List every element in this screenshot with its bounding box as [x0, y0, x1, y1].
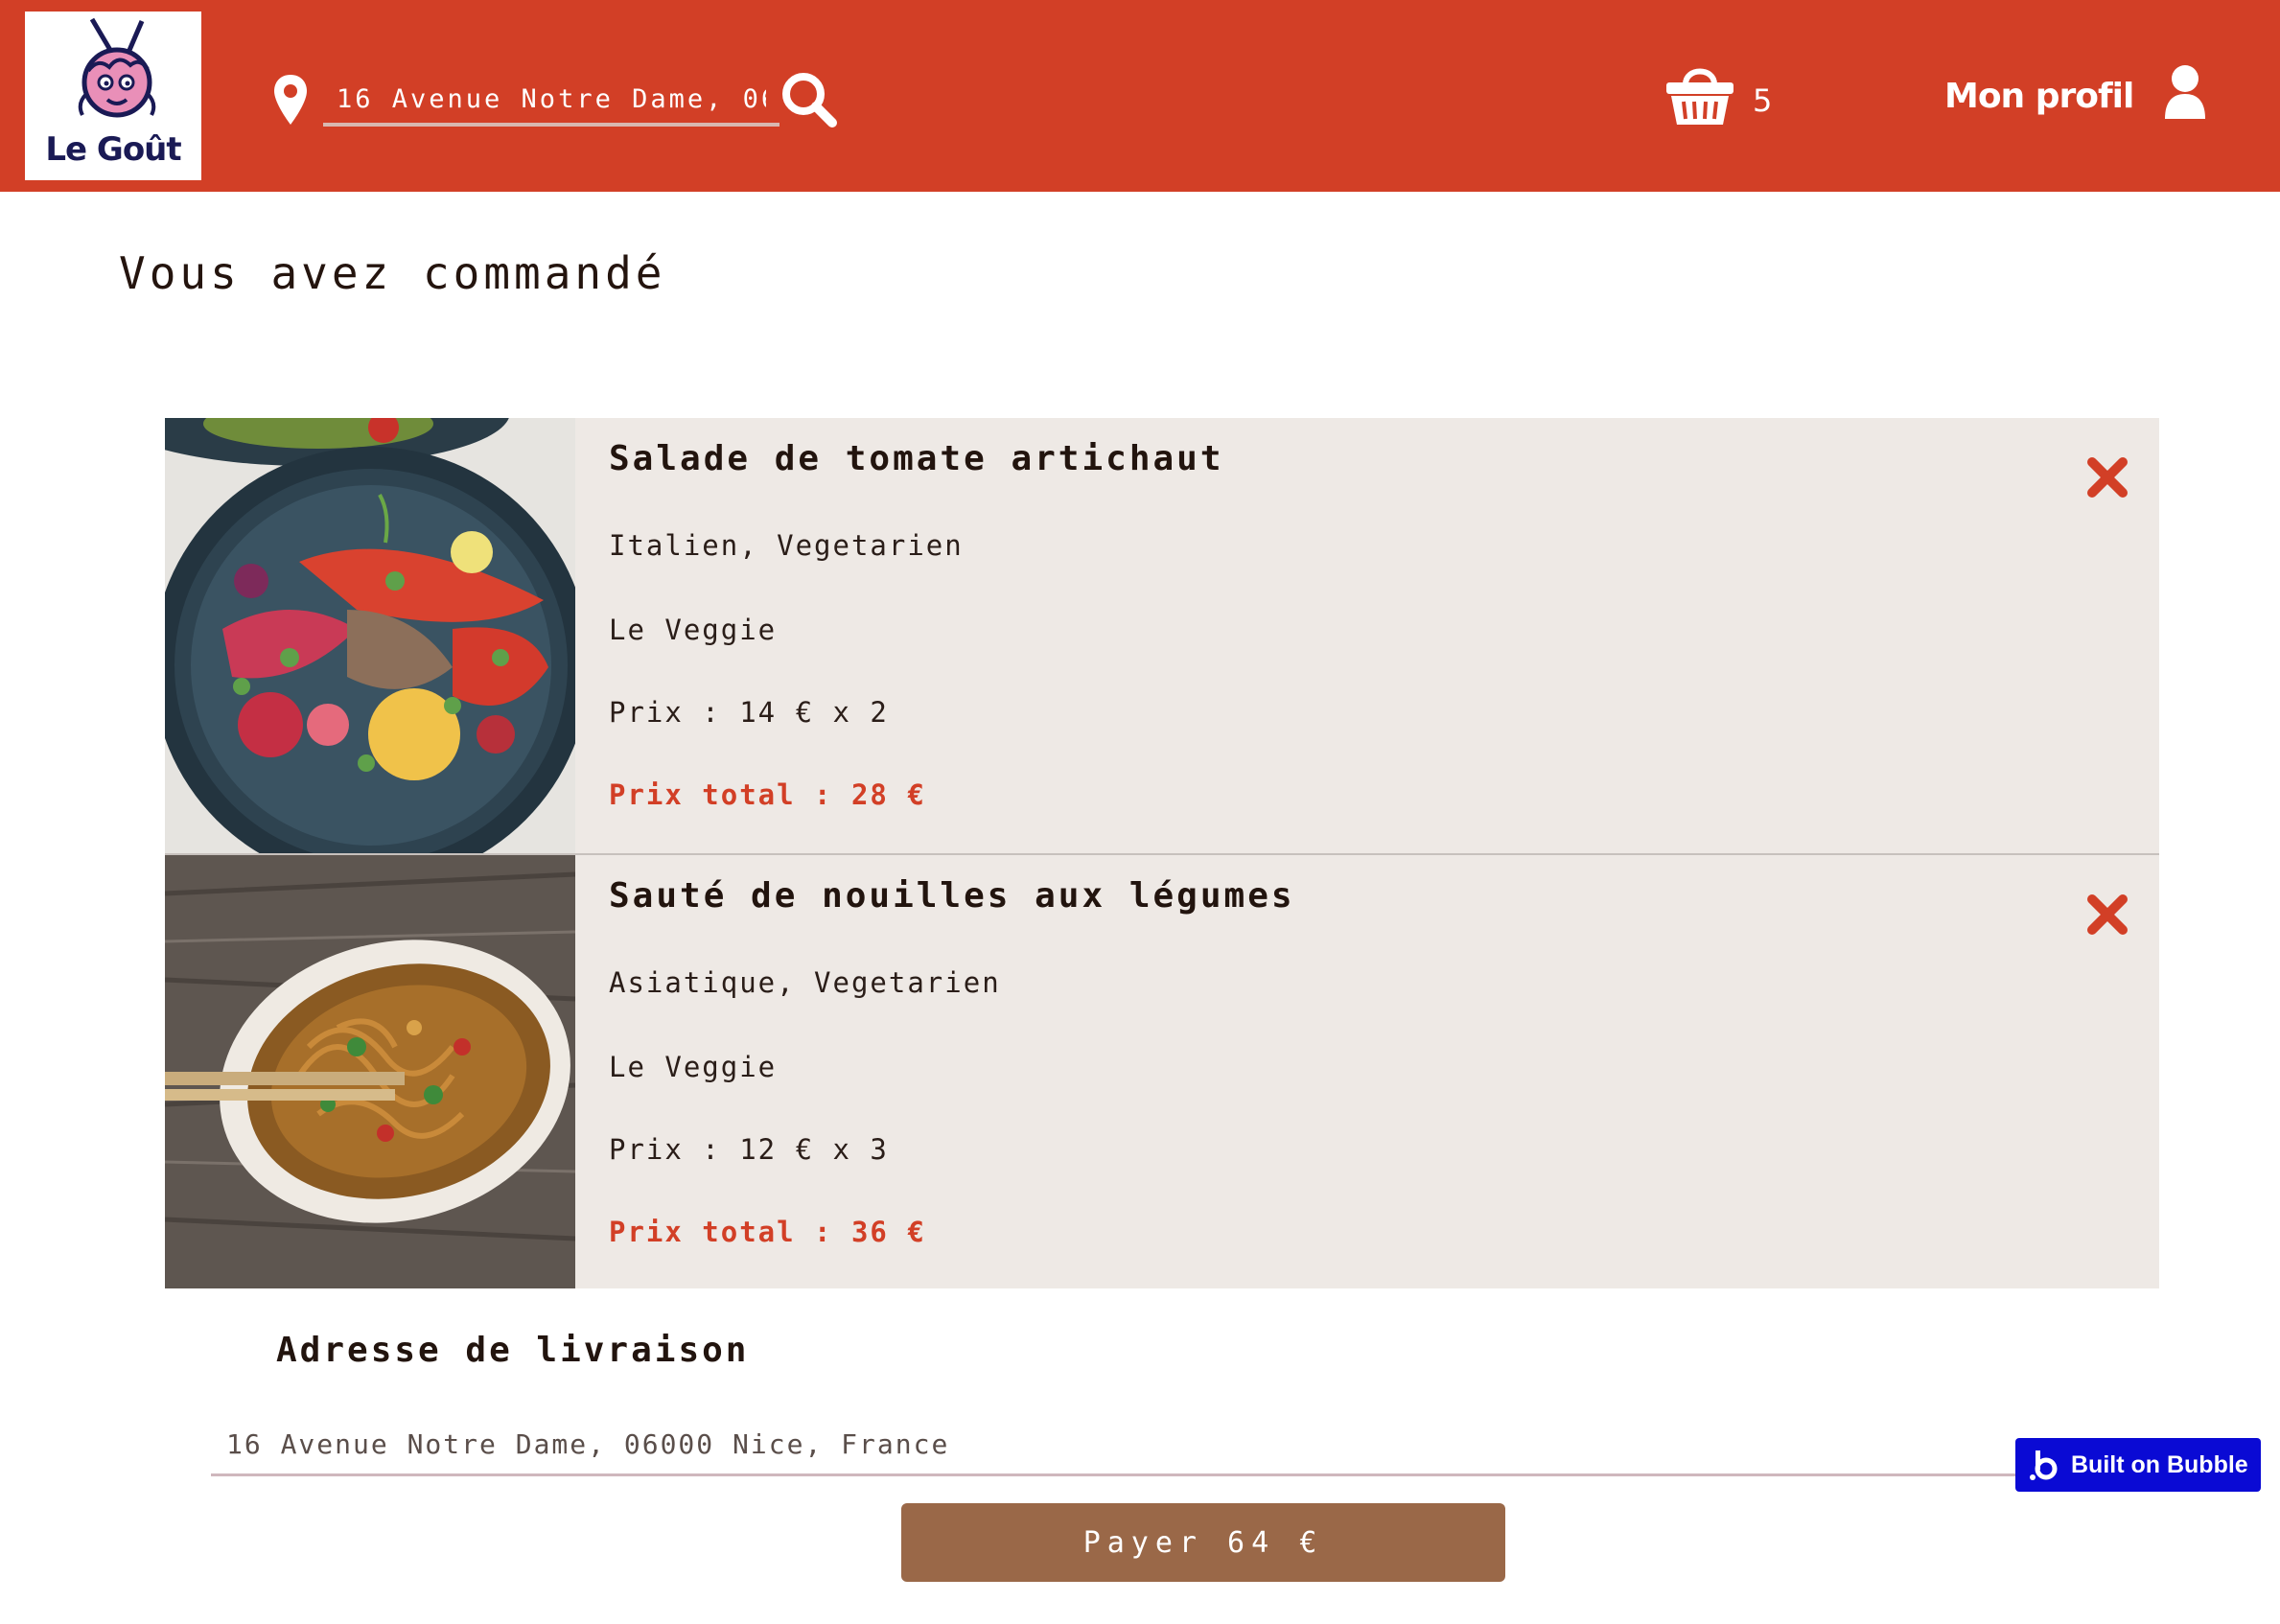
item-total-price: Prix total : 28 €: [609, 778, 926, 811]
basket-icon[interactable]: [1664, 61, 1735, 127]
cart-count-badge[interactable]: 5: [1753, 82, 1772, 119]
close-icon[interactable]: [2084, 454, 2130, 500]
page-title: Vous avez commandé: [119, 247, 666, 299]
close-icon[interactable]: [2084, 892, 2130, 938]
location-pin-icon: [274, 75, 307, 125]
unit-price: Prix : 14 € x 2: [609, 696, 889, 729]
delivery-address-input[interactable]: [211, 1415, 2159, 1476]
dish-name: Sauté de nouilles aux légumes: [609, 876, 1295, 916]
order-item: Sauté de nouilles aux légumes Asiatique,…: [165, 853, 2159, 1288]
order-item: Salade de tomate artichaut Italien, Vege…: [165, 418, 2159, 853]
dish-name: Salade de tomate artichaut: [609, 439, 1224, 478]
profile-link[interactable]: Mon profil: [1944, 77, 2134, 116]
logo-mascot-icon: [78, 17, 156, 118]
user-icon[interactable]: [2163, 63, 2207, 121]
dish-image-noodles: [165, 855, 575, 1288]
restaurant-name: Le Veggie: [609, 1051, 778, 1083]
restaurant-name: Le Veggie: [609, 614, 778, 646]
order-list: Salade de tomate artichaut Italien, Vege…: [165, 418, 2159, 1288]
dish-categories: Asiatique, Vegetarien: [609, 966, 1001, 999]
search-icon[interactable]: [780, 71, 838, 128]
item-total-price: Prix total : 36 €: [609, 1216, 926, 1248]
header-address-input[interactable]: [323, 75, 779, 127]
built-on-bubble-badge[interactable]: Built on Bubble: [2015, 1438, 2261, 1492]
logo-text: Le Goût: [45, 130, 181, 169]
header-bar: Le Goût 5 Mon profil: [0, 0, 2280, 192]
pay-button[interactable]: Payer 64 €: [901, 1503, 1505, 1582]
dish-image-salad: [165, 418, 575, 853]
unit-price: Prix : 12 € x 3: [609, 1133, 889, 1166]
delivery-address-title: Adresse de livraison: [276, 1331, 750, 1370]
dish-categories: Italien, Vegetarien: [609, 529, 964, 562]
logo[interactable]: Le Goût: [25, 12, 201, 180]
built-on-bubble-label: Built on Bubble: [2071, 1451, 2248, 1478]
bubble-logo-icon: [2030, 1450, 2058, 1480]
